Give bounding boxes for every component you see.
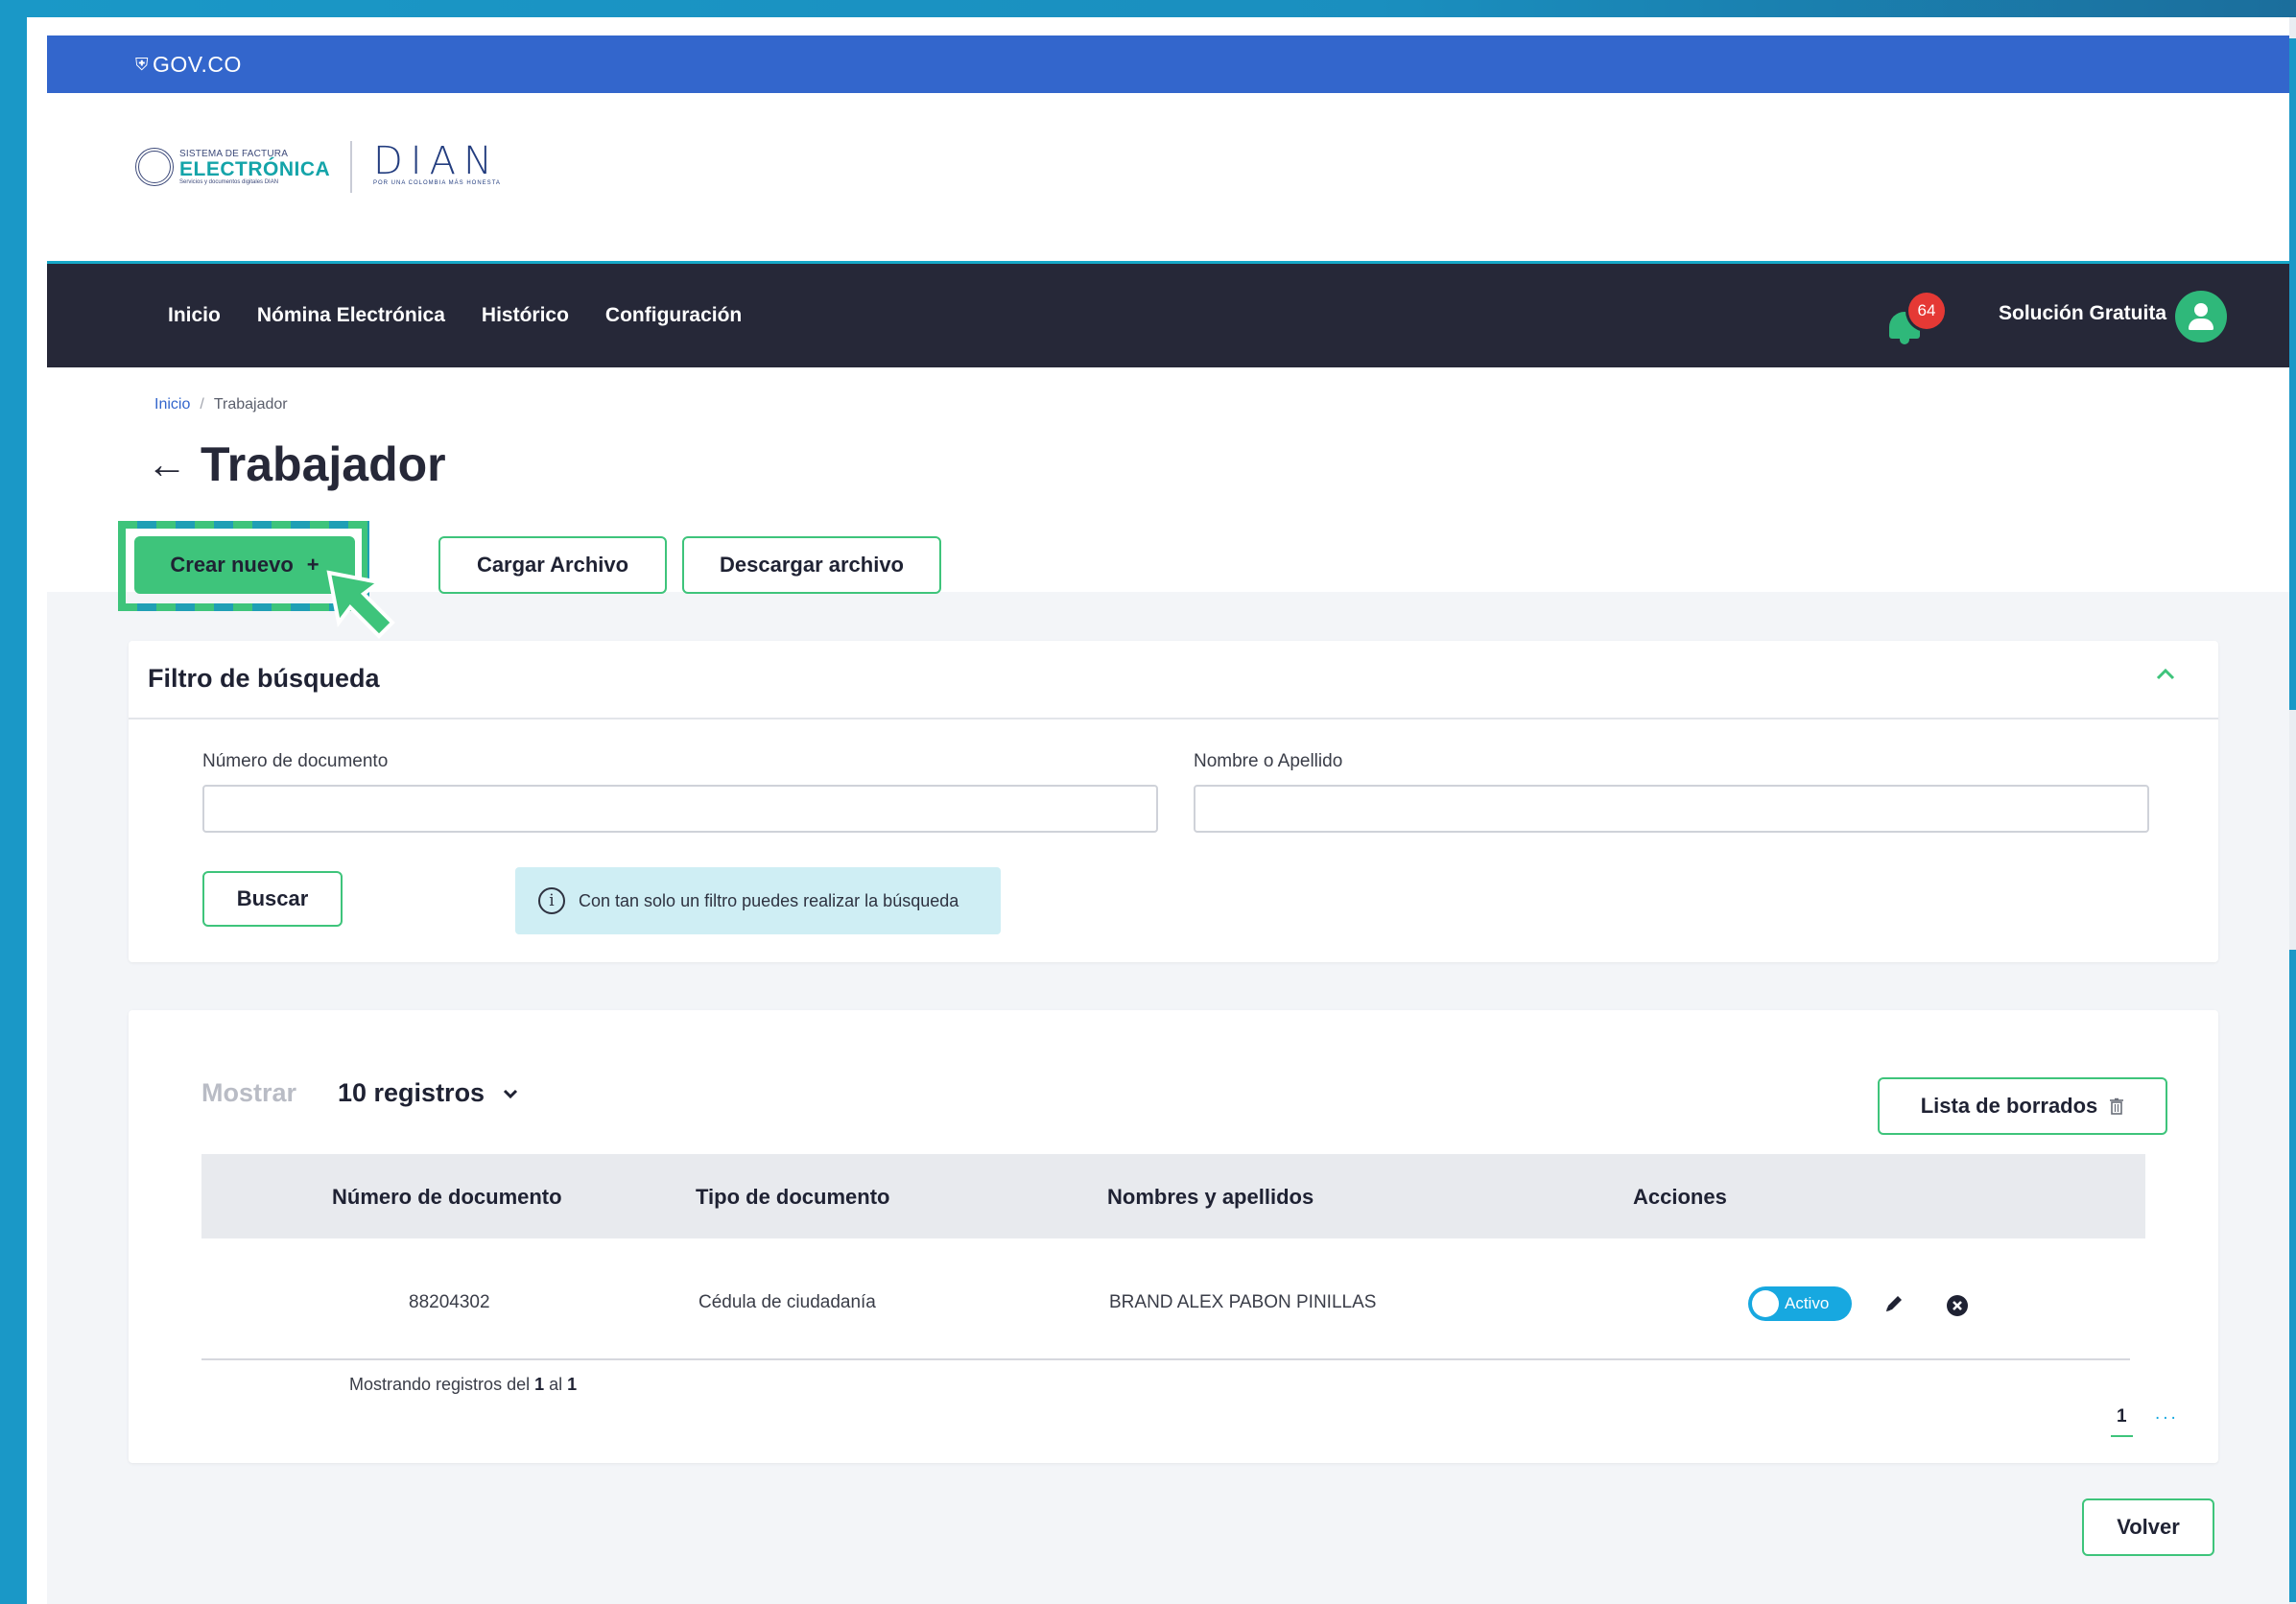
status-toggle[interactable]: Activo xyxy=(1748,1286,1852,1321)
records-summary-mid: al xyxy=(544,1375,568,1394)
breadcrumb-separator: / xyxy=(200,396,204,413)
tutorial-pointer-arrow-icon xyxy=(326,570,395,639)
main-navbar: Inicio Nómina Electrónica Histórico Conf… xyxy=(47,264,2292,367)
column-header-names: Nombres y apellidos xyxy=(1107,1185,1314,1209)
edit-pencil-icon[interactable] xyxy=(1882,1292,1905,1315)
filter-title: Filtro de búsqueda xyxy=(148,664,380,693)
scrollbar-thumb-top[interactable] xyxy=(2289,38,2296,710)
records-summary: Mostrando registros del 1 al 1 xyxy=(349,1375,577,1395)
table-divider xyxy=(201,1358,2130,1360)
breadcrumb: Inicio / Trabajador xyxy=(154,396,288,413)
scrollbar-thumb-bottom[interactable] xyxy=(2289,950,2296,1602)
column-header-doc-number: Número de documento xyxy=(332,1185,562,1209)
toggle-knob xyxy=(1752,1290,1779,1317)
globe-icon xyxy=(135,148,174,186)
app: ⛨ GOV.CO SISTEMA DE FACTURA ELECTRÓNICA … xyxy=(47,35,2292,1604)
records-to: 1 xyxy=(567,1375,578,1394)
column-header-actions: Acciones xyxy=(1633,1185,1727,1209)
gov-shield-icon: ⛨ xyxy=(135,55,149,74)
status-toggle-label: Activo xyxy=(1785,1294,1830,1312)
fe-text: SISTEMA DE FACTURA ELECTRÓNICA Servicios… xyxy=(179,148,331,185)
brand-header: SISTEMA DE FACTURA ELECTRÓNICA Servicios… xyxy=(47,93,2292,264)
upload-file-button[interactable]: Cargar Archivo xyxy=(438,536,667,594)
page-title: Trabajador xyxy=(201,437,446,491)
trash-icon xyxy=(2110,1097,2124,1115)
records-from: 1 xyxy=(534,1375,545,1394)
search-button[interactable]: Buscar xyxy=(202,871,343,927)
dian-slogan: POR UNA COLOMBIA MÁS HONESTA xyxy=(373,180,501,186)
show-label: Mostrar xyxy=(201,1078,297,1107)
cell-doc-type: Cédula de ciudadanía xyxy=(698,1292,876,1312)
download-file-button[interactable]: Descargar archivo xyxy=(682,536,941,594)
breadcrumb-current: Trabajador xyxy=(213,396,288,413)
user-name[interactable]: Solución Gratuita xyxy=(1999,302,2166,325)
filter-header[interactable]: Filtro de búsqueda xyxy=(129,641,2218,719)
page-size-select[interactable]: 10 registros xyxy=(338,1078,519,1108)
name-input[interactable] xyxy=(1194,785,2149,833)
info-icon: i xyxy=(538,887,565,914)
breadcrumb-home-link[interactable]: Inicio xyxy=(154,396,190,413)
column-header-doc-type: Tipo de documento xyxy=(696,1185,890,1209)
info-message: i Con tan solo un filtro puedes realizar… xyxy=(515,867,1001,934)
page-size-value: 10 registros xyxy=(338,1078,485,1107)
create-new-label: Crear nuevo xyxy=(170,553,294,577)
deleted-list-label: Lista de borrados xyxy=(1920,1094,2098,1118)
chevron-up-icon[interactable] xyxy=(2155,664,2176,685)
workers-table-card: Mostrar 10 registros Lista de borrados N… xyxy=(129,1010,2218,1463)
cell-doc-number: 88204302 xyxy=(409,1292,490,1312)
pagination-more[interactable]: ... xyxy=(2155,1404,2179,1425)
back-button[interactable]: Volver xyxy=(2082,1498,2214,1556)
doc-number-input[interactable] xyxy=(202,785,1158,833)
deleted-list-button[interactable]: Lista de borrados xyxy=(1878,1077,2167,1135)
gov-logo[interactable]: ⛨ GOV.CO xyxy=(135,52,242,78)
nav-item-configuracion[interactable]: Configuración xyxy=(605,304,742,327)
browser-viewport: ⛨ GOV.CO SISTEMA DE FACTURA ELECTRÓNICA … xyxy=(27,17,2296,1604)
dian-text: DIAN xyxy=(373,139,500,183)
plus-icon: + xyxy=(306,553,320,577)
nav-item-nomina-electronica[interactable]: Nómina Electrónica xyxy=(257,304,445,327)
nav-item-historico[interactable]: Histórico xyxy=(482,304,569,327)
records-summary-prefix: Mostrando registros del xyxy=(349,1375,535,1394)
fe-sub-text: Servicios y documentos digitales DIAN xyxy=(179,178,279,185)
notification-badge: 64 xyxy=(1908,293,1945,329)
fe-small-text: SISTEMA DE FACTURA xyxy=(179,148,289,159)
nav-item-inicio[interactable]: Inicio xyxy=(168,304,221,327)
factura-electronica-logo[interactable]: SISTEMA DE FACTURA ELECTRÓNICA Servicios… xyxy=(135,148,330,186)
dian-logo[interactable]: DIAN POR UNA COLOMBIA MÁS HONESTA xyxy=(373,142,501,186)
chevron-down-icon xyxy=(504,1089,518,1098)
nav-menu: Inicio Nómina Electrónica Histórico Conf… xyxy=(168,264,742,367)
doc-number-label: Número de documento xyxy=(202,751,389,771)
create-new-button[interactable]: Crear nuevo + xyxy=(134,536,355,594)
bell-clapper xyxy=(1900,339,1909,344)
avatar-head xyxy=(2194,303,2208,317)
brand-divider xyxy=(350,141,352,193)
back-arrow-icon[interactable]: ← xyxy=(147,444,187,484)
name-label: Nombre o Apellido xyxy=(1194,751,1343,771)
gov-logo-text: GOV.CO xyxy=(153,52,242,77)
user-avatar-icon[interactable] xyxy=(2175,291,2227,342)
delete-x-circle-icon[interactable] xyxy=(1946,1294,1969,1317)
cell-name: BRAND ALEX PABON PINILLAS xyxy=(1109,1292,1377,1312)
notifications-bell[interactable]: 64 xyxy=(1889,293,1947,350)
info-text: Con tan solo un filtro puedes realizar l… xyxy=(579,890,959,910)
page-header: Inicio / Trabajador ← Trabajador Crear n… xyxy=(47,367,2292,639)
table-row: 88204302 Cédula de ciudadanía BRAND ALEX… xyxy=(201,1240,2145,1365)
search-filter-card: Filtro de búsqueda Número de documento N… xyxy=(129,641,2218,962)
gov-bar: ⛨ GOV.CO xyxy=(47,35,2292,93)
table-header: Número de documento Tipo de documento No… xyxy=(201,1154,2145,1238)
pagination-page-1[interactable]: 1 xyxy=(2111,1406,2133,1437)
avatar-body xyxy=(2189,318,2213,330)
fe-big-text: ELECTRÓNICA xyxy=(179,157,331,180)
